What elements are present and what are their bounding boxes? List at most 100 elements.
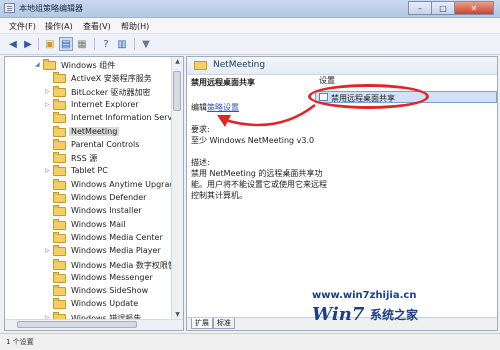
tree-item-label: Windows Media Center [71, 232, 163, 242]
tree-item[interactable]: Windows Media Center [5, 231, 173, 245]
scroll-up-arrow-icon[interactable]: ▲ [172, 58, 183, 69]
tree-pane[interactable]: ◢ Windows 组件 ActiveX 安装程序服务 ▷ BitLocker 驱动器加… [4, 56, 184, 331]
tree-item-label: Parental Controls [71, 139, 140, 149]
folder-icon [53, 125, 66, 137]
toolbar-separator [134, 38, 135, 50]
tree-vertical-scrollbar[interactable]: ▲ ▼ [171, 57, 183, 322]
minimize-button[interactable]: – [408, 1, 432, 15]
up-folder-icon[interactable]: ▣ [43, 37, 57, 51]
tree-item-label: Windows Installer [71, 206, 142, 216]
scrollbar-thumb[interactable] [17, 321, 137, 328]
tree-item[interactable]: Windows Defender [5, 192, 173, 205]
menu-action[interactable]: 操作(A) [45, 21, 73, 32]
annotation-arrow [217, 104, 316, 127]
tree-item[interactable]: Windows Installer [5, 205, 173, 218]
tree-item-label: RSS 源 [71, 154, 98, 164]
show-hide-tree-icon[interactable]: ▤ [59, 37, 73, 51]
tree-item[interactable]: ▷ BitLocker 驱动器加密 [5, 85, 173, 99]
tree-item-label: Internet Information Servic [71, 113, 179, 123]
tree-item-label: Windows Media Player [71, 246, 161, 256]
export-list-icon[interactable]: ▥ [115, 37, 129, 51]
forward-arrow-icon[interactable]: ▶ [21, 37, 35, 51]
folder-icon [53, 245, 66, 257]
title-bar[interactable]: 本地组策略编辑器 – □ ✕ [0, 0, 500, 18]
folder-icon [53, 258, 66, 270]
folder-icon [53, 285, 66, 297]
tree-item[interactable]: NetMeeting [5, 125, 173, 139]
menu-file[interactable]: 文件(F) [9, 21, 36, 32]
tree-item-label: Tablet PC [71, 166, 108, 176]
close-button[interactable]: ✕ [454, 1, 494, 15]
properties-icon[interactable]: ▦ [75, 37, 89, 51]
menu-help[interactable]: 帮助(H) [121, 21, 149, 32]
expanded-arrow-icon[interactable]: ◢ [35, 61, 40, 68]
help-icon[interactable]: ? [99, 37, 113, 51]
tree-item-label: Windows 组件 [61, 61, 116, 70]
tree-item[interactable]: ActiveX 安装程序服务 [5, 72, 173, 85]
tree-item[interactable]: ▷ Internet Explorer [5, 98, 173, 112]
watermark-logo: Win7 [312, 304, 365, 325]
tree-item-label: NetMeeting [69, 126, 120, 136]
watermark-url: www.win7zhijia.cn [312, 290, 417, 301]
status-bar: 1 个设置 [0, 333, 500, 350]
tree-item-label: Internet Explorer [71, 99, 139, 109]
folder-icon [53, 165, 66, 177]
folder-icon [53, 205, 66, 217]
status-text: 1 个设置 [6, 338, 34, 346]
tab-standard[interactable]: 标准 [213, 318, 235, 329]
toolbar: ◀ ▶ ▣ ▤ ▦ ? ▥ ▼ [0, 33, 500, 55]
tree-item-label: ActiveX 安装程序服务 [71, 74, 152, 84]
folder-icon [53, 271, 66, 283]
tree-item-label: Windows Mail [71, 219, 126, 229]
maximize-button[interactable]: □ [431, 1, 455, 15]
tree-item-label: Windows Update [71, 299, 139, 309]
back-arrow-icon[interactable]: ◀ [6, 37, 20, 51]
folder-icon [53, 178, 66, 190]
tree-item[interactable]: Windows Anytime Upgrade [5, 178, 179, 192]
folder-icon [53, 218, 66, 230]
folder-icon [53, 152, 66, 164]
expand-arrow-icon[interactable]: ▷ [45, 88, 50, 95]
tree-item[interactable]: Windows Mail [5, 218, 173, 232]
folder-icon [53, 112, 66, 124]
tree-item[interactable]: Windows Update [5, 298, 173, 311]
menu-view[interactable]: 查看(V) [83, 21, 111, 32]
tree-item-label: Windows SideShow [71, 286, 149, 296]
tree-item[interactable]: ▷ Tablet PC [5, 165, 173, 178]
tree-item[interactable]: Windows SideShow [5, 285, 173, 298]
app-icon [4, 3, 15, 13]
tree-item-label: Windows Media 数字权限管 [71, 260, 176, 270]
folder-icon [43, 59, 56, 70]
window-title: 本地组策略编辑器 [19, 4, 83, 13]
folder-icon [53, 138, 66, 150]
folder-icon [53, 85, 66, 97]
tree-item-label: Windows Defender [71, 193, 147, 202]
tree-horizontal-scrollbar[interactable] [5, 319, 183, 330]
tree-item-label: Windows Anytime Upgrade [71, 179, 180, 189]
tree-item[interactable]: RSS 源 [5, 152, 173, 165]
folder-icon [53, 98, 66, 110]
tree-item[interactable]: Windows Messenger [5, 271, 173, 285]
watermark-site-name: 系统之家 [370, 308, 419, 322]
tree-item[interactable]: Parental Controls [5, 138, 173, 152]
window-controls: – □ ✕ [408, 1, 494, 16]
folder-icon [53, 192, 66, 203]
policy-editor-window: 本地组策略编辑器 – □ ✕ 文件(F) 操作(A) 查看(V) 帮助(H) ◀… [0, 0, 500, 350]
description-line: 能。用户将不能设置它或使用它来远程 [191, 180, 327, 189]
scrollbar-thumb[interactable] [173, 71, 181, 111]
tree-item[interactable]: ▷ Windows Media Player [5, 245, 173, 258]
description-line: 控制其计算机。 [191, 191, 247, 200]
tree-item[interactable]: Internet Information Servic [5, 112, 179, 125]
tree-item[interactable]: ◢ Windows 组件 [5, 59, 173, 72]
filter-icon[interactable]: ▼ [139, 37, 153, 51]
folder-icon [53, 298, 66, 310]
tab-extended[interactable]: 扩展 [191, 318, 213, 329]
tree-item-label: BitLocker 驱动器加密 [71, 87, 151, 97]
expand-arrow-icon[interactable]: ▷ [45, 101, 50, 108]
toolbar-separator [94, 38, 95, 50]
expand-arrow-icon[interactable]: ▷ [45, 247, 50, 254]
expand-arrow-icon[interactable]: ▷ [45, 167, 50, 174]
tree-item[interactable]: Windows Media 数字权限管 [5, 258, 176, 272]
menu-bar: 文件(F) 操作(A) 查看(V) 帮助(H) [0, 18, 500, 33]
folder-icon [53, 72, 66, 84]
